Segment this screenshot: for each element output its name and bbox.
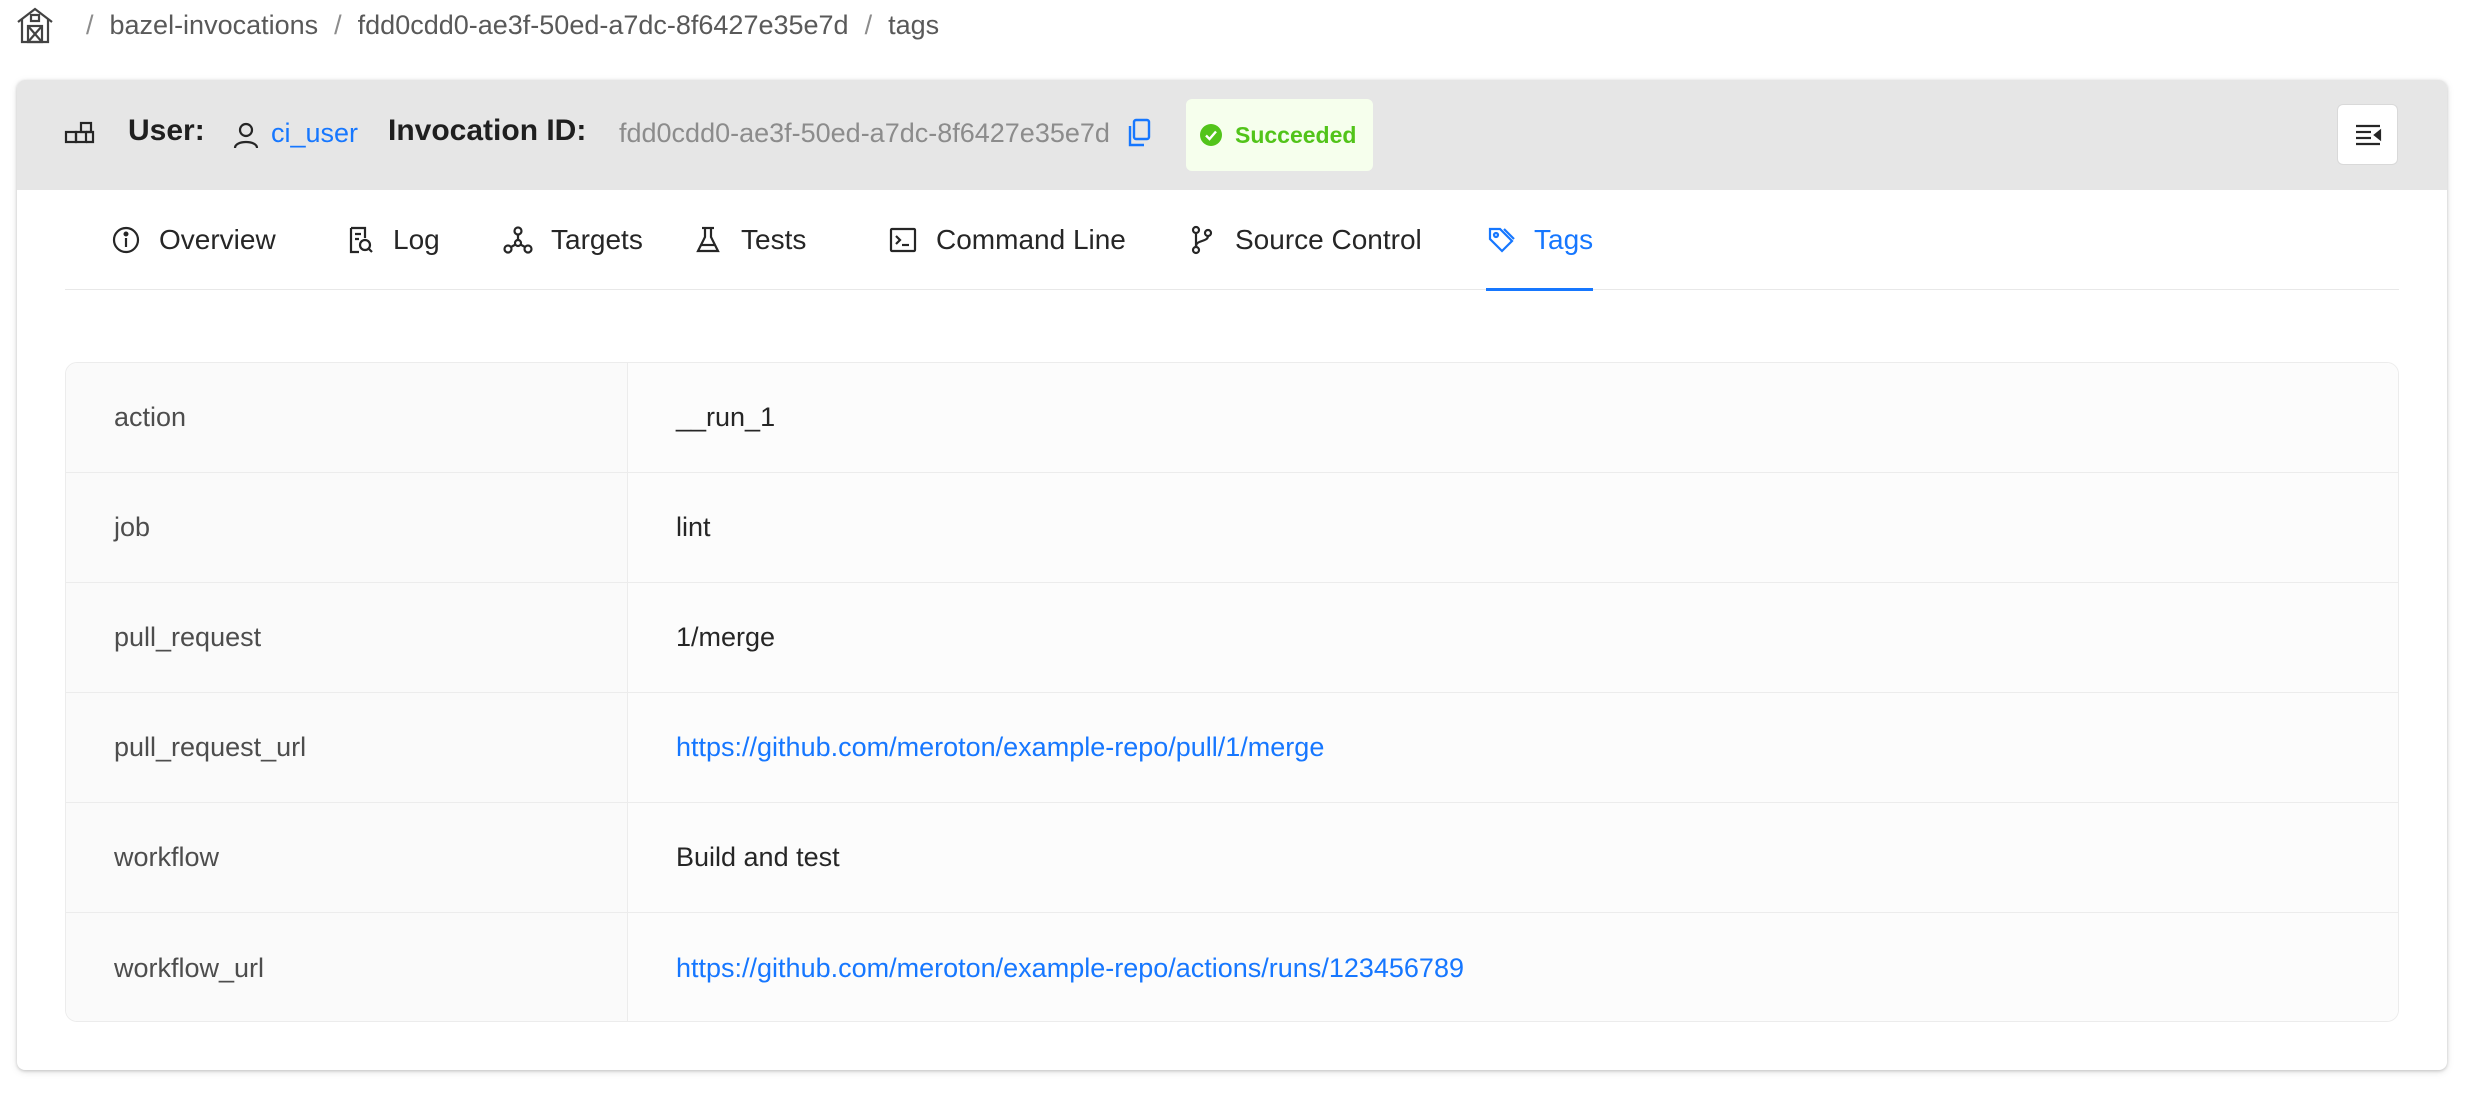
card-header: User: ci_user Invocation ID: fdd0cdd0-ae…	[17, 80, 2447, 190]
invocation-id-label: Invocation ID:	[388, 114, 587, 147]
table-row: action __run_1	[66, 363, 2398, 473]
tab-overview[interactable]: Overview	[111, 190, 276, 290]
user-link[interactable]: ci_user	[271, 118, 358, 149]
tag-key: action	[66, 363, 628, 472]
branches-icon	[1191, 225, 1213, 255]
tab-source-control[interactable]: Source Control	[1187, 190, 1422, 290]
table-row: job lint	[66, 473, 2398, 583]
tag-value: Build and test	[628, 803, 2398, 912]
tag-value-text: 1/merge	[676, 622, 776, 652]
tag-key: job	[66, 473, 628, 582]
tag-value: https://github.com/meroton/example-repo/…	[628, 693, 2398, 802]
table-row: pull_request 1/merge	[66, 583, 2398, 693]
workflow-url-link[interactable]: https://github.com/meroton/example-repo/…	[676, 953, 1464, 984]
experiment-icon	[696, 226, 720, 253]
tags-icon	[1488, 227, 1515, 253]
tab-log[interactable]: Log	[345, 190, 440, 290]
build-blocks-icon	[64, 121, 95, 144]
tag-key: workflow_url	[66, 913, 628, 1021]
table-row: workflow_url https://github.com/meroton/…	[66, 913, 2398, 1021]
home-barn-icon[interactable]	[14, 4, 56, 46]
tags-table: action __run_1 job lint pull_request 1/m…	[65, 362, 2399, 1022]
code-icon	[889, 227, 917, 253]
table-row: workflow Build and test	[66, 803, 2398, 913]
tag-value: __run_1	[628, 363, 2398, 472]
breadcrumb: / bazel-invocations / fdd0cdd0-ae3f-50ed…	[14, 0, 939, 50]
invocation-card: User: ci_user Invocation ID: fdd0cdd0-ae…	[17, 80, 2447, 1070]
tab-tests[interactable]: Tests	[693, 190, 806, 290]
tab-label: Overview	[159, 224, 276, 255]
status-text: Succeeded	[1235, 121, 1357, 148]
tab-label: Tests	[741, 224, 807, 255]
breadcrumb-item-bazel-invocations[interactable]: bazel-invocations	[110, 10, 319, 41]
tab-targets[interactable]: Targets	[503, 190, 643, 290]
tag-key: pull_request	[66, 583, 628, 692]
file-search-icon	[349, 226, 373, 254]
tab-command-line[interactable]: Command Line	[888, 190, 1126, 290]
menu-button[interactable]	[2337, 104, 2398, 165]
tab-label: Tags	[1534, 224, 1594, 255]
user-label: User:	[128, 114, 205, 147]
info-circle-icon	[112, 226, 140, 254]
breadcrumb-separator: /	[864, 9, 873, 40]
breadcrumb-separator: /	[334, 9, 342, 40]
tag-value: https://github.com/meroton/example-repo/…	[628, 913, 2398, 1021]
tag-value: lint	[628, 473, 2398, 582]
tag-key: workflow	[66, 803, 628, 912]
tag-value-text: lint	[676, 512, 711, 542]
tab-label: Targets	[551, 224, 643, 255]
breadcrumb-separator: /	[86, 9, 94, 40]
tag-key: pull_request_url	[66, 693, 628, 802]
user-icon	[233, 122, 259, 149]
deployment-unit-icon	[503, 226, 533, 254]
tab-label: Command Line	[936, 224, 1126, 255]
breadcrumb-item-invocation-id[interactable]: fdd0cdd0-ae3f-50ed-a7dc-8f6427e35e7d	[358, 10, 849, 41]
tab-label: Log	[393, 224, 440, 255]
status-badge: Succeeded	[1186, 99, 1373, 171]
invocation-id-value: fdd0cdd0-ae3f-50ed-a7dc-8f6427e35e7d	[619, 118, 1110, 148]
breadcrumb-item-tags: tags	[888, 9, 940, 40]
copy-icon[interactable]	[1126, 118, 1152, 148]
tab-bar: Overview Log Targets Tests Command Line …	[65, 190, 2399, 291]
tag-value-text: __run_1	[676, 402, 776, 432]
menu-fold-icon	[2355, 124, 2381, 145]
table-row: pull_request_url https://github.com/mero…	[66, 693, 2398, 803]
tab-label: Source Control	[1235, 224, 1422, 255]
check-circle-icon	[1200, 124, 1222, 146]
tag-value-text: Build and test	[676, 842, 840, 872]
tag-value: 1/merge	[628, 583, 2398, 692]
pull-request-url-link[interactable]: https://github.com/meroton/example-repo/…	[676, 732, 1324, 763]
tab-tags[interactable]: Tags	[1486, 190, 1594, 291]
